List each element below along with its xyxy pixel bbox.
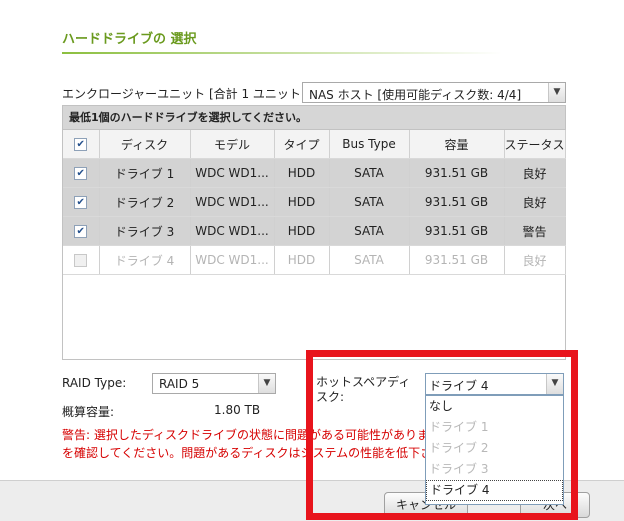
- raid-type-value: RAID 5: [159, 377, 200, 391]
- table-row[interactable]: ✔ ドライブ 1 WDC WD1... HDD SATA 931.51 GB 良…: [63, 158, 566, 188]
- disk-table: ✔ ディスク モデル タイプ Bus Type 容量 ステータス ✔ ドライブ …: [63, 130, 566, 275]
- highlight-annotation-box: [306, 350, 578, 520]
- type-cell: HDD: [274, 158, 330, 188]
- capacity-value: 1.80 TB: [214, 403, 261, 417]
- column-header-bus-type[interactable]: Bus Type: [329, 130, 410, 159]
- raid-type-select[interactable]: RAID 5 ▼: [152, 373, 276, 394]
- status-cell: 警告: [504, 216, 566, 246]
- enclosure-label: エンクロージャーユニット [合計 1 ユニット]:: [62, 87, 310, 101]
- disk-table-header-row: ✔ ディスク モデル タイプ Bus Type 容量 ステータス: [63, 130, 566, 159]
- raid-type-label: RAID Type:: [62, 376, 127, 390]
- capacity-cell: 931.51 GB: [409, 187, 505, 217]
- status-cell: 良好: [504, 158, 566, 188]
- page-title: ハードドライブの 選択: [62, 32, 197, 47]
- chevron-down-icon[interactable]: ▼: [548, 83, 565, 102]
- disk-cell: ドライブ 1: [99, 158, 191, 188]
- type-cell: HDD: [274, 216, 330, 246]
- status-cell: 良好: [504, 187, 566, 217]
- bus-cell: SATA: [329, 216, 410, 246]
- bus-cell: SATA: [329, 187, 410, 217]
- capacity-cell: 931.51 GB: [409, 158, 505, 188]
- model-cell: WDC WD1...: [190, 158, 275, 188]
- disk-cell: ドライブ 4: [99, 245, 191, 275]
- status-cell: 良好: [504, 245, 566, 275]
- column-header-model[interactable]: モデル: [190, 130, 275, 159]
- column-header-status[interactable]: ステータス: [504, 130, 566, 159]
- model-cell: WDC WD1...: [190, 187, 275, 217]
- bus-cell: SATA: [329, 245, 410, 275]
- capacity-label: 概算容量:: [62, 405, 115, 419]
- row-checkbox[interactable]: ✔: [63, 216, 100, 246]
- column-header-type[interactable]: タイプ: [274, 130, 330, 159]
- disk-panel-header: 最低1個のハードドライブを選択してください。: [63, 106, 565, 130]
- bus-cell: SATA: [329, 158, 410, 188]
- table-row: ドライブ 4 WDC WD1... HDD SATA 931.51 GB 良好: [63, 245, 566, 275]
- column-header-disk[interactable]: ディスク: [99, 130, 191, 159]
- disk-panel: 最低1個のハードドライブを選択してください。 ✔ ディスク モデル タイプ Bu…: [62, 105, 566, 360]
- disk-cell: ドライブ 3: [99, 216, 191, 246]
- chevron-down-icon[interactable]: ▼: [258, 374, 275, 393]
- type-cell: HDD: [274, 187, 330, 217]
- row-checkbox: [63, 245, 100, 275]
- row-checkbox[interactable]: ✔: [63, 158, 100, 188]
- column-header-capacity[interactable]: 容量: [409, 130, 505, 159]
- model-cell: WDC WD1...: [190, 245, 275, 275]
- enclosure-select[interactable]: NAS ホスト [使用可能ディスク数: 4/4] ▼: [302, 82, 566, 103]
- type-cell: HDD: [274, 245, 330, 275]
- capacity-cell: 931.51 GB: [409, 245, 505, 275]
- model-cell: WDC WD1...: [190, 216, 275, 246]
- disk-cell: ドライブ 2: [99, 187, 191, 217]
- capacity-cell: 931.51 GB: [409, 216, 505, 246]
- row-checkbox[interactable]: ✔: [63, 187, 100, 217]
- table-row[interactable]: ✔ ドライブ 2 WDC WD1... HDD SATA 931.51 GB 良…: [63, 187, 566, 217]
- enclosure-select-value: NAS ホスト [使用可能ディスク数: 4/4]: [309, 88, 522, 102]
- table-row[interactable]: ✔ ドライブ 3 WDC WD1... HDD SATA 931.51 GB 警…: [63, 216, 566, 246]
- select-all-checkbox[interactable]: ✔: [63, 130, 100, 159]
- title-underline: [62, 52, 502, 54]
